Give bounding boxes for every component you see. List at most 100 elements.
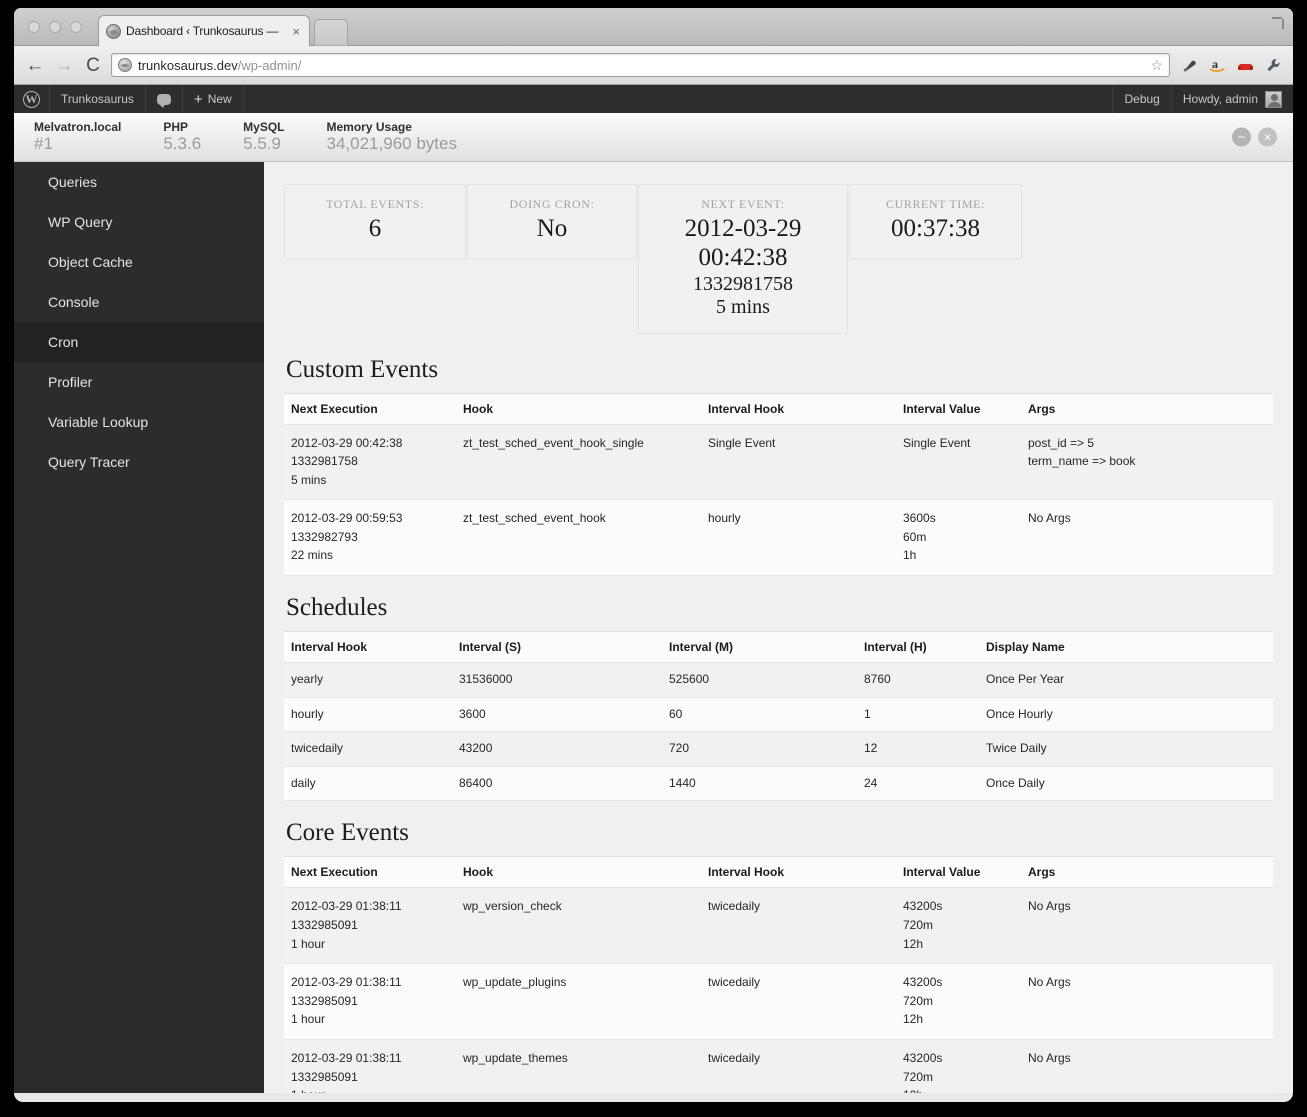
cell-hook: wp_version_check — [463, 899, 562, 914]
debug-stat-php: PHP 5.3.6 — [163, 120, 201, 154]
browser-tab[interactable]: Dashboard ‹ Trunkosaurus — × — [98, 15, 310, 46]
pen-extension-icon[interactable] — [1180, 56, 1199, 75]
custom-events-title: Custom Events — [286, 355, 439, 383]
sidebar-item-queries[interactable]: Queries — [14, 162, 264, 202]
avatar — [1265, 90, 1282, 108]
new-tab-button[interactable] — [314, 19, 348, 46]
sidebar-item-console[interactable]: Console — [14, 282, 264, 322]
tab-close-icon[interactable]: × — [290, 25, 302, 38]
favicon-icon — [106, 23, 121, 39]
interval-line: 12h — [903, 936, 924, 951]
close-window-button[interactable] — [28, 21, 40, 33]
wp-admin-bar: W Trunkosaurus + New Debug Howdy, admin — [14, 85, 1293, 113]
tab-strip: Dashboard ‹ Trunkosaurus — × — [14, 8, 1293, 46]
cell-interval-h: 24 — [864, 775, 878, 790]
sidebar-item-query-tracer[interactable]: Query Tracer — [14, 442, 264, 482]
extension-icons: a — [1177, 56, 1283, 75]
debug-stat-label: Melvatron.local — [34, 119, 122, 134]
cron-summary-boxes: Total Events: 6 Doing Cron: No Next Even… — [284, 184, 1273, 334]
core-events-title: Core Events — [286, 819, 409, 847]
wrench-menu-icon[interactable] — [1264, 56, 1283, 75]
sidebar-item-label: Query Tracer — [48, 454, 130, 470]
next-datetime: 2012-03-29 01:38:11 — [291, 975, 402, 990]
reload-button[interactable]: C — [82, 54, 104, 76]
debug-stat-value: 34,021,960 bytes — [326, 134, 457, 154]
schedules-title: Schedules — [286, 594, 388, 622]
site-name-menu[interactable]: Trunkosaurus — [50, 85, 146, 113]
table-row: 2012-03-29 00:42:38 1332981758 5 mins zt… — [284, 424, 1273, 500]
column-header-interval-value: Interval Value — [896, 856, 1021, 889]
next-relative: 22 mins — [291, 548, 334, 563]
cell-next-execution: 2012-03-29 00:42:38 1332981758 5 mins — [284, 424, 456, 500]
comments-menu[interactable] — [146, 85, 183, 113]
sidebar-item-cron[interactable]: Cron — [14, 322, 264, 362]
stat-label: Next Event: — [701, 197, 785, 211]
stat-box-next-event: Next Event: 2012-03-29 00:42:38 13329817… — [638, 184, 848, 334]
amazon-icon[interactable]: a — [1208, 56, 1227, 75]
bookmark-star-icon[interactable]: ☆ — [1144, 57, 1163, 74]
cell-hook: wp_update_themes — [463, 1051, 568, 1065]
next-datetime: 2012-03-29 01:38:11 — [291, 899, 402, 914]
couch-icon[interactable] — [1236, 56, 1255, 75]
zoom-window-button[interactable] — [70, 21, 82, 33]
minimize-window-button[interactable] — [49, 21, 61, 33]
interval-line: 720m — [903, 918, 934, 933]
debug-menu[interactable]: Debug — [1112, 85, 1170, 113]
cell-next-execution: 2012-03-29 01:38:11 1332985091 1 hour — [284, 888, 456, 964]
interval-line: 12h — [903, 1086, 1015, 1093]
sidebar-item-label: Profiler — [48, 374, 93, 390]
next-timestamp: 1332985091 — [291, 918, 358, 933]
cell-args: No Args — [1028, 899, 1071, 914]
stat-value: 6 — [368, 215, 382, 242]
cell-interval-value: 43200s 720m 12h — [896, 888, 1021, 964]
sidebar-item-profiler[interactable]: Profiler — [14, 362, 264, 402]
table-row: twicedaily 43200 720 12 Twice Daily — [284, 731, 1273, 767]
column-header-interval-value: Interval Value — [896, 393, 1021, 425]
column-header-next-execution: Next Execution — [284, 393, 456, 425]
sidebar-item-variable-lookup[interactable]: Variable Lookup — [14, 402, 264, 442]
wordpress-logo-icon: W — [23, 90, 40, 108]
debug-stat-host: Melvatron.local #1 — [34, 120, 121, 154]
stat-label: Total Events: — [326, 197, 424, 211]
wp-logo-menu[interactable]: W — [14, 85, 50, 113]
admin-bar-right: Debug Howdy, admin — [1112, 85, 1293, 113]
new-content-menu[interactable]: + New — [183, 85, 244, 113]
cell-interval-m: 720 — [669, 741, 690, 756]
back-button[interactable]: ← — [24, 54, 46, 76]
sidebar-item-wp-query[interactable]: WP Query — [14, 202, 264, 242]
column-header-interval-hook: Interval Hook — [284, 631, 452, 664]
stat-label: Doing Cron: — [509, 197, 595, 211]
core-events-table: Next Execution Hook Interval Hook Interv… — [284, 856, 1273, 1093]
address-path: /wp-admin/ — [237, 57, 302, 73]
debug-sidebar: Queries WP Query Object Cache Console Cr… — [14, 162, 264, 1093]
sidebar-item-object-cache[interactable]: Object Cache — [14, 242, 264, 282]
next-timestamp: 1332982793 — [291, 529, 358, 544]
sidebar-item-label: Object Cache — [48, 254, 133, 270]
debug-stat-value: 5.5.9 — [243, 134, 281, 154]
address-bar[interactable]: trunkosaurus.dev/wp-admin/ ☆ — [111, 53, 1170, 77]
cell-interval-s: 43200 — [459, 741, 493, 756]
interval-line: 720m — [903, 1069, 934, 1084]
cell-interval-hook: hourly — [708, 511, 741, 526]
table-row: 2012-03-29 01:38:11 1332985091 1 hour wp… — [284, 887, 1273, 964]
cell-interval-s: 86400 — [459, 775, 493, 790]
cell-hook: wp_update_plugins — [463, 975, 567, 990]
close-icon[interactable]: × — [1258, 127, 1277, 147]
interval-line: 12h — [903, 1012, 924, 1027]
stat-value-timestamp: 1332981758 — [693, 272, 793, 295]
account-menu[interactable]: Howdy, admin — [1170, 85, 1293, 113]
cell-interval-value: 43200s 720m 12h — [896, 1040, 1021, 1093]
column-header-interval-hook: Interval Hook — [701, 856, 896, 889]
window-resize-icon[interactable] — [1270, 17, 1284, 31]
minimize-icon[interactable]: − — [1232, 127, 1251, 147]
cell-interval-hook: yearly — [291, 672, 324, 687]
cell-interval-value: Single Event — [896, 424, 1021, 500]
next-datetime: 2012-03-29 01:38:11 — [291, 1051, 402, 1065]
column-header-interval-hook: Interval Hook — [701, 393, 896, 425]
forward-button[interactable]: → — [53, 54, 75, 76]
cell-interval-hook: twicedaily — [708, 899, 761, 914]
cell-display-name: Once Daily — [986, 775, 1045, 790]
cell-interval-hook: Single Event — [708, 435, 776, 450]
cell-interval-value: 3600s 60m 1h — [896, 500, 1021, 576]
debug-bar-header: Melvatron.local #1 PHP 5.3.6 MySQL 5.5.9… — [14, 113, 1293, 162]
